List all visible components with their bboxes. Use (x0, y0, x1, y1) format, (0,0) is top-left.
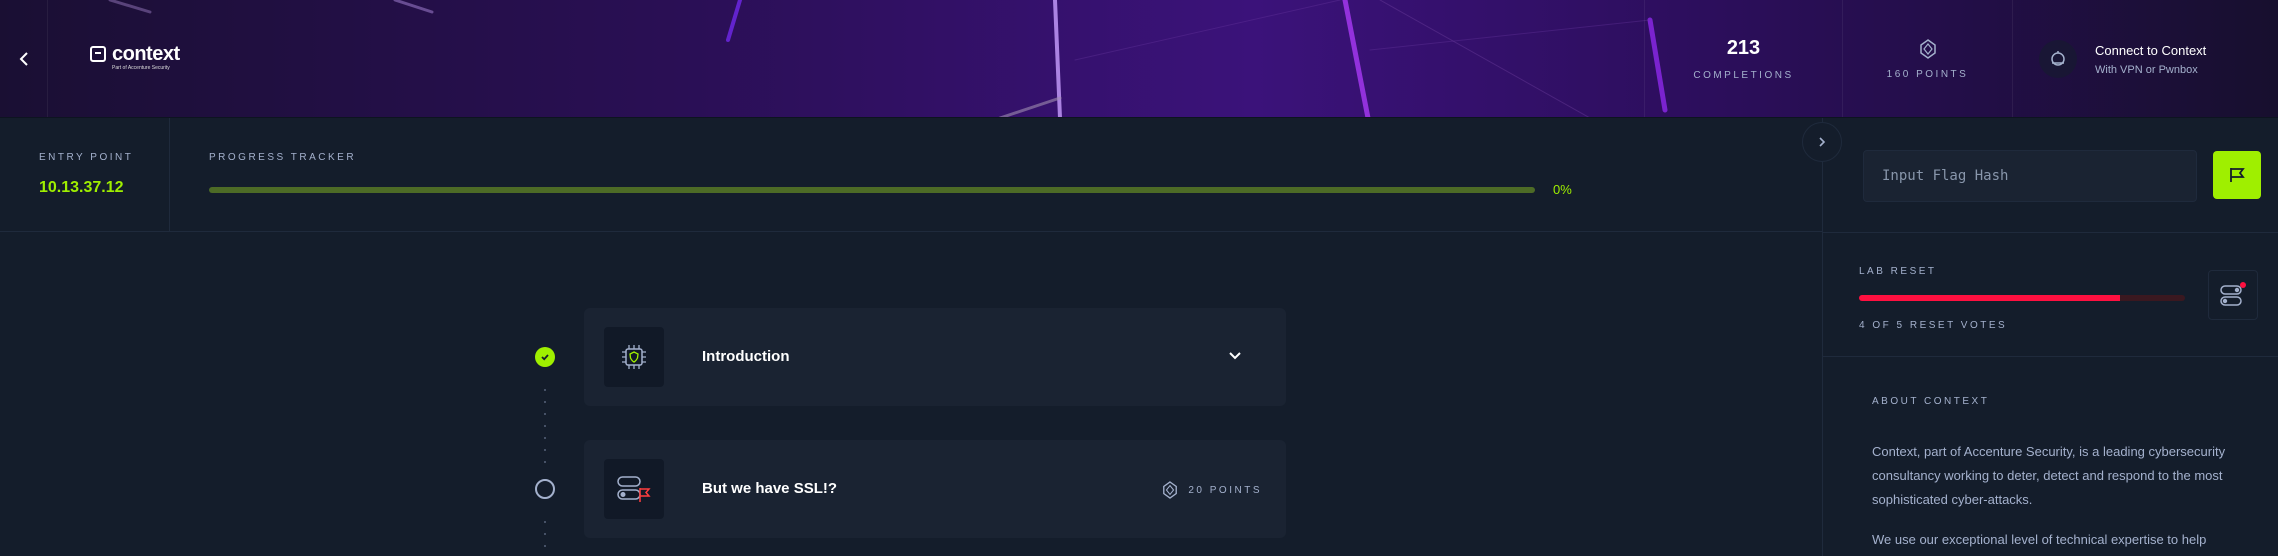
points-icon (1919, 38, 1936, 59)
flag-icon (2230, 168, 2245, 182)
step-incomplete-icon (535, 479, 555, 499)
points-label: 160 POINTS (1886, 68, 1969, 80)
points-stat: 160 POINTS (1842, 0, 2012, 117)
logo-text: context (112, 43, 180, 65)
progress-tracker-percent: 0% (1553, 182, 1572, 197)
step-connector (544, 521, 546, 556)
completions-label: COMPLETIONS (1693, 70, 1794, 81)
panel-divider (1822, 356, 2278, 357)
submit-flag-button[interactable] (2213, 151, 2261, 199)
points-icon (1163, 481, 1178, 499)
completions-value: 213 (1726, 37, 1761, 59)
about-paragraph: Context, part of Accenture Security, is … (1872, 444, 2226, 507)
chevron-left-icon (19, 52, 28, 66)
chevron-right-icon (1819, 137, 1826, 147)
progress-tracker-label: PROGRESS TRACKER (209, 152, 357, 163)
step-connector (544, 389, 546, 473)
toggle-flag-icon (604, 459, 664, 519)
connect-subtitle: With VPN or Pwnbox (2095, 63, 2198, 76)
lab-reset-label: LAB RESET (1859, 266, 1937, 277)
panel-divider (1822, 232, 2278, 233)
chip-shield-icon (604, 327, 664, 387)
flag-hash-input[interactable] (1863, 150, 2197, 202)
task-but-we-have-ssl[interactable]: But we have SSL!? 20 POINTS (584, 440, 1286, 538)
step-complete-icon (535, 347, 555, 367)
entry-point-ip: 10.13.37.12 (39, 179, 124, 196)
lab-reset-fill (1859, 295, 2120, 301)
entry-point-label: ENTRY POINT (39, 152, 134, 163)
vpn-icon (2039, 40, 2077, 78)
context-logo: context Part of Accenture Security (90, 43, 180, 71)
lab-header: context Part of Accenture Security 213 C… (0, 0, 2278, 118)
reset-toggle-icon (2220, 282, 2246, 306)
task-points: 20 POINTS (1162, 481, 1262, 499)
task-title: But we have SSL!? (702, 480, 838, 497)
about-paragraph: We use our exceptional level of technica… (1872, 532, 2207, 547)
lab-reset-button[interactable] (2208, 270, 2258, 320)
connect-to-context-button[interactable]: Connect to Context With VPN or Pwnbox (2012, 0, 2278, 117)
task-title: Introduction (702, 348, 790, 365)
about-text: Context, part of Accenture Security, is … (1872, 440, 2242, 556)
about-title: ABOUT CONTEXT (1872, 396, 1990, 407)
back-button[interactable] (0, 0, 48, 117)
chevron-down-icon[interactable] (1228, 351, 1242, 361)
progress-tracker-bar (209, 187, 1535, 193)
lab-reset-bar (1859, 295, 2185, 301)
logo-mark-icon (90, 46, 106, 62)
completions-stat: 213 COMPLETIONS (1644, 0, 1842, 117)
task-introduction[interactable]: Introduction (584, 308, 1286, 406)
collapse-panel-button[interactable] (1802, 122, 1842, 162)
task-points-label: 20 POINTS (1188, 484, 1262, 496)
entry-point: ENTRY POINT 10.13.37.12 (0, 118, 170, 232)
lab-reset-votes: 4 OF 5 RESET VOTES (1859, 320, 2008, 331)
progress-row: ENTRY POINT 10.13.37.12 PROGRESS TRACKER (0, 118, 1822, 232)
logo-subtitle: Part of Accenture Security (112, 65, 170, 71)
connect-title: Connect to Context (2095, 42, 2207, 58)
